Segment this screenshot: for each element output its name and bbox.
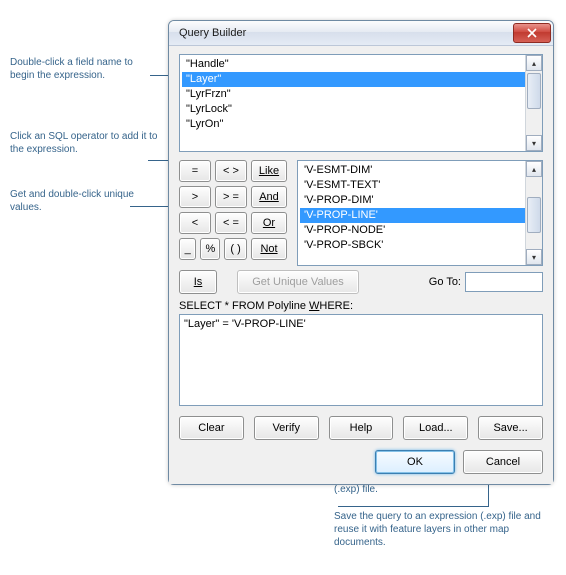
annotation-save: Save the query to an expression (.exp) f… bbox=[334, 510, 554, 549]
field-item[interactable]: "LyrFrzn" bbox=[182, 87, 540, 102]
goto-input[interactable] bbox=[465, 272, 543, 292]
operators-grid: = < > Like > > = And < < = Or _ % ( ) No… bbox=[179, 160, 287, 266]
op-not-button[interactable]: Not bbox=[251, 238, 287, 260]
select-where-underlined: W bbox=[309, 300, 319, 312]
op-like-button[interactable]: Like bbox=[251, 160, 287, 182]
annotation-operators: Click an SQL operator to add it to the e… bbox=[10, 130, 160, 156]
window-title: Query Builder bbox=[179, 27, 246, 39]
close-icon bbox=[527, 28, 537, 38]
fields-scrollbar[interactable]: ▴ ▾ bbox=[525, 55, 542, 151]
value-item[interactable]: 'V-PROP-DIM' bbox=[300, 193, 540, 208]
field-item[interactable]: "LyrOn" bbox=[182, 117, 540, 132]
clear-button[interactable]: Clear bbox=[179, 416, 244, 440]
annotation-fields: Double-click a field name to begin the e… bbox=[10, 56, 160, 82]
value-item[interactable]: 'V-PROP-LINE' bbox=[300, 208, 540, 223]
op-equals-button[interactable]: = bbox=[179, 160, 211, 182]
goto-group: Go To: bbox=[429, 272, 543, 292]
cancel-button[interactable]: Cancel bbox=[463, 450, 543, 474]
verify-button[interactable]: Verify bbox=[254, 416, 319, 440]
scroll-down-icon[interactable]: ▾ bbox=[526, 249, 542, 265]
op-lt-button[interactable]: < bbox=[179, 212, 211, 234]
ok-button[interactable]: OK bbox=[375, 450, 455, 474]
field-item[interactable]: "LyrLock" bbox=[182, 102, 540, 117]
expression-textarea[interactable]: "Layer" = 'V-PROP-LINE' bbox=[179, 314, 543, 406]
select-label: SELECT * FROM Polyline WHERE: bbox=[179, 300, 543, 312]
action-row: Clear Verify Help Load... Save... bbox=[179, 416, 543, 440]
get-unique-values-button[interactable]: Get Unique Values bbox=[237, 270, 359, 294]
op-gt-button[interactable]: > bbox=[179, 186, 211, 208]
scroll-thumb[interactable] bbox=[527, 73, 541, 109]
scroll-up-icon[interactable]: ▴ bbox=[526, 55, 542, 71]
op-is-button[interactable]: Is bbox=[179, 270, 217, 294]
query-builder-window: Query Builder "Handle" "Layer" "LyrFrzn"… bbox=[168, 20, 554, 485]
op-paren-button[interactable]: ( ) bbox=[224, 238, 247, 260]
titlebar: Query Builder bbox=[169, 21, 553, 46]
values-scrollbar[interactable]: ▴ ▾ bbox=[525, 161, 542, 265]
annotation-values: Get and double-click unique values. bbox=[10, 188, 160, 214]
op-notequal-button[interactable]: < > bbox=[215, 160, 247, 182]
is-row: Is Get Unique Values Go To: bbox=[179, 270, 543, 294]
op-or-button[interactable]: Or bbox=[251, 212, 287, 234]
op-lte-button[interactable]: < = bbox=[215, 212, 247, 234]
select-where-suffix: HERE: bbox=[319, 300, 353, 312]
fields-listbox[interactable]: "Handle" "Layer" "LyrFrzn" "LyrLock" "Ly… bbox=[179, 54, 543, 152]
value-item[interactable]: 'V-PROP-NODE' bbox=[300, 223, 540, 238]
op-gte-button[interactable]: > = bbox=[215, 186, 247, 208]
load-button[interactable]: Load... bbox=[403, 416, 468, 440]
value-item[interactable]: 'V-PROP-SBCK' bbox=[300, 238, 540, 253]
op-underscore-button[interactable]: _ bbox=[179, 238, 196, 260]
scroll-down-icon[interactable]: ▾ bbox=[526, 135, 542, 151]
help-button[interactable]: Help bbox=[329, 416, 394, 440]
annotation-save-hline bbox=[338, 506, 489, 507]
operator-value-row: = < > Like > > = And < < = Or _ % ( ) No… bbox=[179, 160, 543, 266]
scroll-thumb[interactable] bbox=[527, 197, 541, 233]
scroll-up-icon[interactable]: ▴ bbox=[526, 161, 542, 177]
save-button[interactable]: Save... bbox=[478, 416, 543, 440]
op-percent-button[interactable]: % bbox=[200, 238, 220, 260]
value-item[interactable]: 'V-ESMT-DIM' bbox=[300, 163, 540, 178]
values-listbox[interactable]: 'V-ESMT-DIM' 'V-ESMT-TEXT' 'V-PROP-DIM' … bbox=[297, 160, 543, 266]
close-button[interactable] bbox=[513, 23, 551, 43]
ok-row: OK Cancel bbox=[179, 450, 543, 474]
field-item[interactable]: "Handle" bbox=[182, 57, 540, 72]
goto-label: Go To: bbox=[429, 276, 461, 288]
value-item[interactable]: 'V-ESMT-TEXT' bbox=[300, 178, 540, 193]
op-and-button[interactable]: And bbox=[251, 186, 287, 208]
select-prefix: SELECT * FROM Polyline bbox=[179, 300, 309, 312]
field-item[interactable]: "Layer" bbox=[182, 72, 540, 87]
client-area: "Handle" "Layer" "LyrFrzn" "LyrLock" "Ly… bbox=[169, 46, 553, 484]
